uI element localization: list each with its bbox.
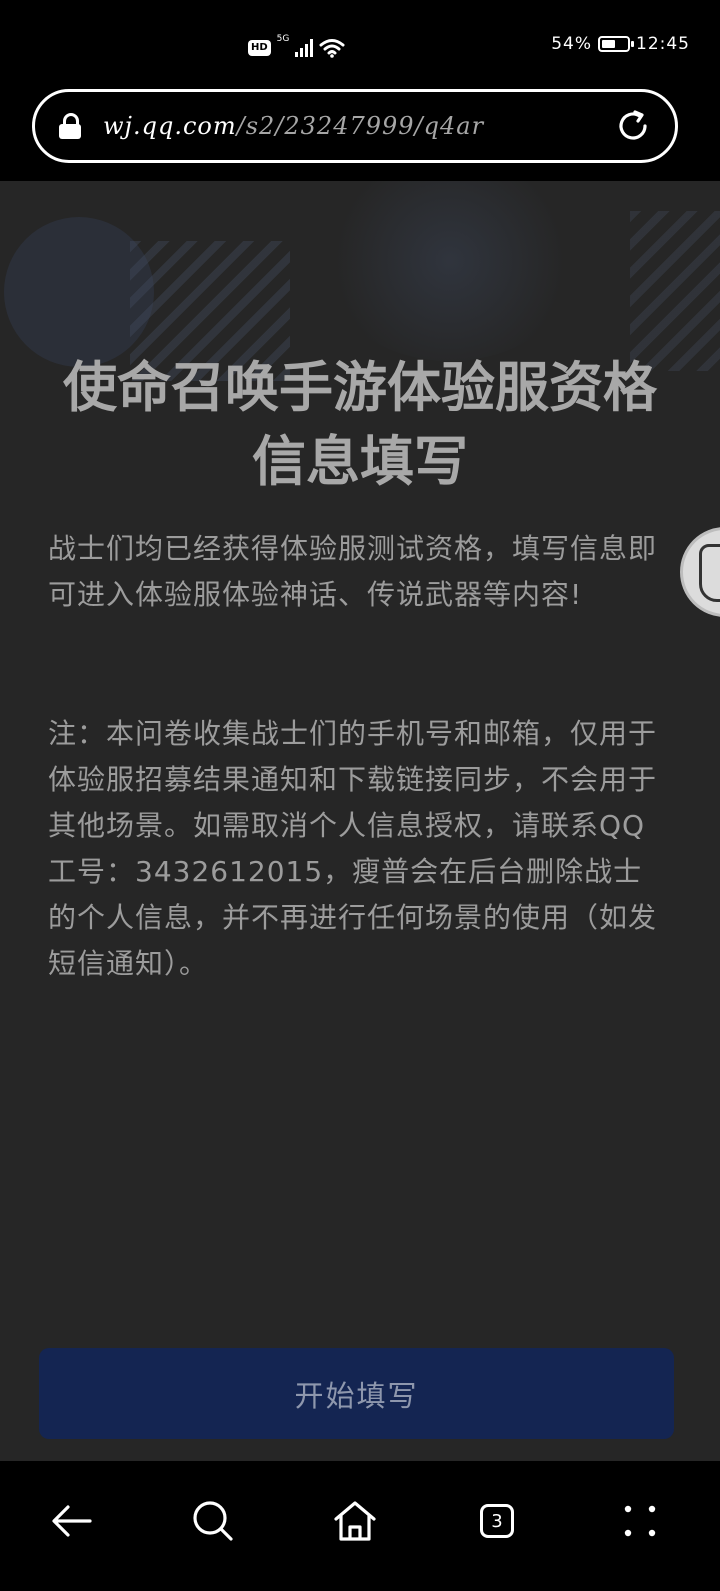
network-label: 5G bbox=[276, 34, 290, 44]
back-button[interactable] bbox=[42, 1491, 102, 1551]
page-title: 使命召唤手游体验服资格 信息填写 bbox=[40, 351, 680, 499]
search-button[interactable] bbox=[183, 1491, 243, 1551]
header-decoration bbox=[320, 181, 580, 361]
wifi-icon bbox=[319, 39, 345, 58]
battery-percent: 54% bbox=[551, 34, 592, 54]
menu-dots-icon bbox=[624, 1505, 656, 1537]
avatar-icon bbox=[699, 544, 720, 602]
tabs-button[interactable]: 3 bbox=[467, 1491, 527, 1551]
reload-icon[interactable] bbox=[615, 108, 651, 144]
url-host: wj.qq.com bbox=[103, 112, 237, 140]
page-content: 使命召唤手游体验服资格 信息填写 战士们均已经获得体验服测试资格，填写信息即可进… bbox=[0, 181, 720, 1461]
url-path: /s2/23247999/q4ar bbox=[236, 112, 485, 140]
floating-avatar[interactable] bbox=[680, 527, 720, 617]
browser-nav-bar: 3 bbox=[0, 1461, 720, 1591]
home-icon bbox=[334, 1501, 376, 1541]
menu-button[interactable] bbox=[610, 1491, 670, 1551]
status-bar: HD 5G 54% 12:45 bbox=[0, 0, 720, 90]
header-decoration bbox=[630, 211, 720, 371]
tabs-icon: 3 bbox=[480, 1504, 514, 1538]
title-line-1: 使命召唤手游体验服资格 bbox=[63, 356, 657, 419]
search-icon bbox=[193, 1501, 233, 1541]
start-button[interactable]: 开始填写 bbox=[39, 1348, 674, 1439]
status-icons: HD 5G bbox=[248, 34, 345, 60]
signal-icon bbox=[295, 39, 314, 57]
intro-text: 战士们均已经获得体验服测试资格，填写信息即可进入体验服体验神话、传说武器等内容! bbox=[48, 532, 658, 611]
title-line-2: 信息填写 bbox=[252, 430, 468, 493]
home-button[interactable] bbox=[325, 1491, 385, 1551]
privacy-note: 注：本问卷收集战士们的手机号和邮箱，仅用于体验服招募结果通知和下载链接同步，不会… bbox=[48, 717, 658, 980]
address-bar[interactable]: wj.qq.com/s2/23247999/q4ar bbox=[32, 89, 678, 163]
back-arrow-icon bbox=[52, 1505, 92, 1537]
lock-icon bbox=[59, 113, 81, 139]
status-right: 54% 12:45 bbox=[551, 34, 690, 54]
clock: 12:45 bbox=[636, 34, 690, 54]
battery-icon bbox=[598, 36, 634, 52]
hd-badge: HD bbox=[248, 40, 271, 56]
url-text[interactable]: wj.qq.com/s2/23247999/q4ar bbox=[103, 112, 605, 140]
